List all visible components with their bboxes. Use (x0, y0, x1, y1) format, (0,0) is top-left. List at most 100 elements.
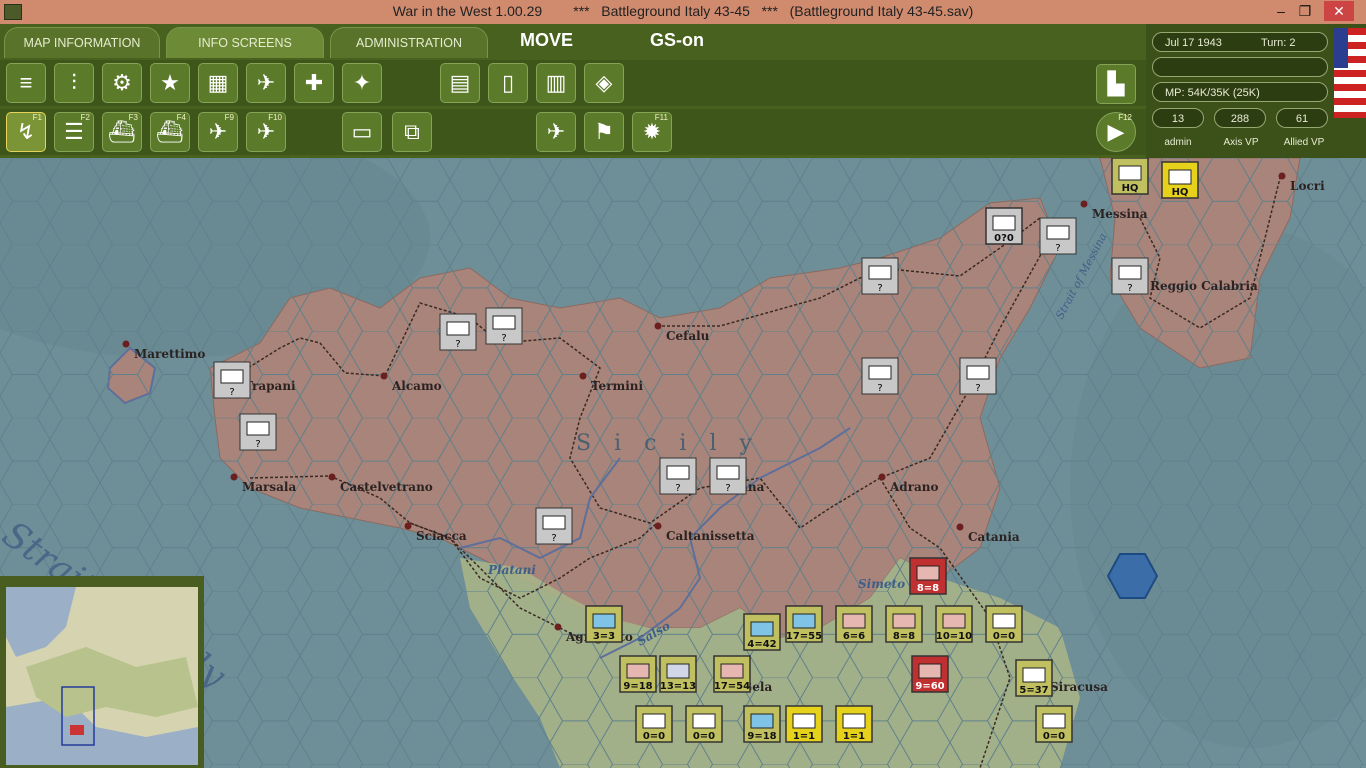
rail-icon[interactable]: ☰ F2 (54, 112, 94, 152)
enemy-unit-counter[interactable]: ? (709, 457, 747, 495)
gs-toggle[interactable]: GS-on (650, 30, 704, 51)
unit-counter[interactable]: 17=55 (785, 605, 823, 643)
ai-air-icon[interactable]: ✈ (536, 112, 576, 152)
enemy-unit-counter[interactable]: ? (861, 257, 899, 295)
unit-counter[interactable]: 8=8 (909, 557, 947, 595)
unit-counter[interactable]: 5=37 (1015, 659, 1053, 697)
selected-hex (1106, 553, 1159, 599)
hex-map[interactable]: S i c i l yStrait of SicilyStrait of Mes… (0, 158, 1366, 768)
unit-counter[interactable]: 10=10 (935, 605, 973, 643)
end-turn-icon[interactable]: ▶ F12 (1096, 112, 1136, 152)
report-icon[interactable]: ▤ (440, 63, 480, 103)
unit-counter[interactable]: HQ (1111, 158, 1149, 195)
unit-counter[interactable]: 0=0 (635, 705, 673, 743)
city-marker (230, 473, 238, 481)
enemy-unit-counter[interactable]: ? (439, 313, 477, 351)
flag-icon[interactable]: ⚑ (584, 112, 624, 152)
fkey-label: F11 (654, 113, 668, 122)
unknown-strength-label: ? (725, 483, 730, 494)
enemy-unit-counter[interactable]: ? (213, 361, 251, 399)
minimap-europe[interactable] (6, 587, 198, 765)
river-label: Simeto (858, 577, 905, 591)
maximize-button[interactable]: ❐ (1290, 1, 1320, 21)
unit-strength-label: 17=55 (786, 631, 822, 642)
unit-counter[interactable]: 0?0 (985, 207, 1023, 245)
unit-counter[interactable]: 4=42 (743, 613, 781, 651)
amphibious-icon[interactable]: ⛴ F4 (150, 112, 190, 152)
select-rect-icon[interactable]: ▭ (342, 112, 382, 152)
unit-counter[interactable]: 13=13 (659, 655, 697, 693)
enemy-unit-counter[interactable]: ? (959, 357, 997, 395)
unit-counter[interactable]: 17=54 (713, 655, 751, 693)
chart-icon[interactable]: ▥ (536, 63, 576, 103)
unit-strength-label: 1=1 (843, 731, 865, 742)
unit-counter[interactable]: 1=1 (785, 705, 823, 743)
naval-transport-icon[interactable]: ⛴ F3 (102, 112, 142, 152)
unit-counter[interactable]: 1=1 (835, 705, 873, 743)
minimap[interactable] (0, 576, 204, 768)
enemy-unit-counter[interactable]: ? (535, 507, 573, 545)
city-label: Sciacca (416, 529, 467, 543)
city-label: Marettimo (134, 347, 205, 361)
unit-strength-label: 0?0 (994, 233, 1014, 244)
airborne-icon[interactable]: ◈ (584, 63, 624, 103)
enemy-unit-counter[interactable]: ? (239, 413, 277, 451)
river-label: Platani (487, 563, 536, 577)
unit-counter[interactable]: 6=6 (835, 605, 873, 643)
unit-counter[interactable]: 0=0 (685, 705, 723, 743)
unit-strength-label: 0=0 (693, 731, 715, 742)
tab-map-information[interactable]: MAP INFORMATION (4, 27, 160, 58)
close-button[interactable]: ✕ (1324, 1, 1354, 21)
production-gear-icon[interactable]: ⚙ (102, 63, 142, 103)
unit-counter[interactable]: 9=18 (619, 655, 657, 693)
orders-icon[interactable]: ⫶ (54, 63, 94, 103)
enemy-unit-counter[interactable]: ? (659, 457, 697, 495)
unknown-strength-label: ? (877, 383, 882, 394)
unit-strength-label: 1=1 (793, 731, 815, 742)
zoom-icon[interactable]: ⧉ (392, 112, 432, 152)
unit-counter[interactable]: 9=18 (743, 705, 781, 743)
unit-counter[interactable]: 0=0 (985, 605, 1023, 643)
city-marker (1080, 200, 1088, 208)
unit-counter[interactable]: HQ (1161, 161, 1199, 199)
unit-counter[interactable]: 9=60 (911, 655, 949, 693)
enemy-unit-counter[interactable]: ? (1039, 217, 1077, 255)
tab-info-screens[interactable]: INFO SCREENS (166, 27, 324, 58)
island-label: S i c i l y (576, 431, 760, 456)
city-label: Trapani (244, 379, 296, 393)
game-map[interactable]: S i c i l yStrait of SicilyStrait of Mes… (0, 158, 1366, 768)
move-icon[interactable]: ↯ F1 (6, 112, 46, 152)
move-mode-indicator[interactable]: MOVE (520, 30, 573, 51)
fkey-label: F2 (80, 113, 90, 122)
enemy-unit-counter[interactable]: ? (861, 357, 899, 395)
unit-counter[interactable]: 3=3 (585, 605, 623, 643)
unit-counter[interactable]: 8=8 (885, 605, 923, 643)
fkey-label: F4 (176, 113, 186, 122)
date-turn-display: Jul 17 1943 Turn: 2 (1152, 32, 1328, 52)
city-marker (404, 522, 412, 530)
city-marker (554, 623, 562, 631)
document-icon[interactable]: ▯ (488, 63, 528, 103)
star-icon[interactable]: ★ (150, 63, 190, 103)
stats-icon[interactable]: ▙ (1096, 64, 1136, 104)
air-missions-icon[interactable]: ✈ (246, 63, 286, 103)
satellite-icon[interactable]: ✦ (342, 63, 382, 103)
paradrop-icon[interactable]: ✈ F9 (198, 112, 238, 152)
unit-counter[interactable]: 0=0 (1035, 705, 1073, 743)
axis-vp-label: Axis VP (1223, 137, 1259, 148)
enemy-unit-counter[interactable]: ? (1111, 257, 1149, 295)
admin-label: admin (1164, 137, 1192, 148)
unit-list-icon[interactable]: ≡ (6, 63, 46, 103)
unknown-strength-label: ? (255, 439, 260, 450)
weather-icon[interactable]: ▦ (198, 63, 238, 103)
city-marker (328, 473, 336, 481)
unknown-strength-label: ? (675, 483, 680, 494)
city-label: Catania (968, 530, 1020, 544)
attack-icon[interactable]: ✹ F11 (632, 112, 672, 152)
unit-strength-label: 4=42 (747, 639, 776, 650)
air-groups-icon[interactable]: ✚ (294, 63, 334, 103)
rail-glyph: ☰ (64, 119, 84, 144)
tab-administration[interactable]: ADMINISTRATION (330, 27, 488, 58)
air-transfer-icon[interactable]: ✈ F10 (246, 112, 286, 152)
enemy-unit-counter[interactable]: ? (485, 307, 523, 345)
